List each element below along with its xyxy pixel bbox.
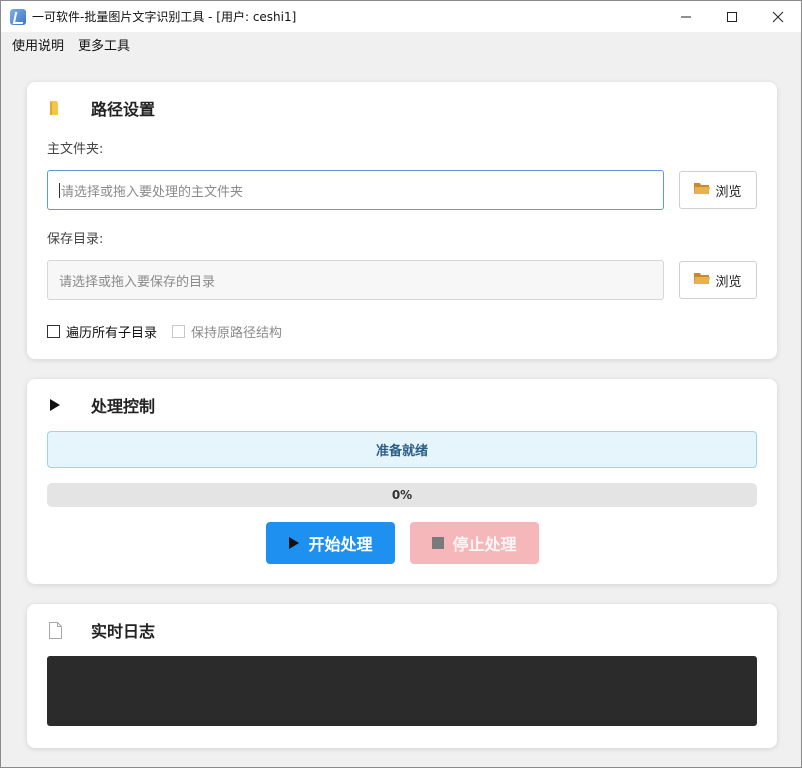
recurse-checkbox[interactable] — [47, 325, 60, 338]
stop-icon — [432, 537, 445, 549]
keep-structure-label: 保持原路径结构 — [191, 326, 283, 341]
progress-text: 0% — [391, 488, 413, 502]
options-row: 遍历所有子目录 保持原路径结构 — [47, 322, 297, 341]
main-folder-input[interactable]: 请选择或拖入要处理的主文件夹 — [47, 170, 664, 210]
start-button[interactable]: 开始处理 — [266, 522, 395, 564]
title-bar[interactable]: 一可软件-批量图片文字识别工具 - [用户: ceshi1] — [1, 1, 801, 32]
minimize-button[interactable] — [663, 1, 709, 32]
path-settings-title: 路径设置 — [91, 100, 156, 119]
window-controls — [663, 1, 801, 32]
process-control-header: 处理控制 — [47, 395, 156, 416]
document-icon — [47, 621, 63, 639]
stop-label: 停止处理 — [452, 535, 517, 554]
window-title: 一可软件-批量图片文字识别工具 - [用户: ceshi1] — [32, 10, 297, 24]
folder-icon — [47, 99, 63, 117]
close-icon — [772, 11, 784, 22]
keep-structure-checkbox — [172, 325, 186, 338]
browse-label: 浏览 — [715, 274, 742, 290]
save-dir-label: 保存目录: — [47, 232, 104, 247]
stop-button: 停止处理 — [410, 522, 539, 564]
save-dir-input[interactable]: 请选择或拖入要保存的目录 — [47, 260, 664, 300]
app-window: 一可软件-批量图片文字识别工具 - [用户: ceshi1] 使用说明 更多工具… — [0, 0, 802, 768]
status-badge: 准备就绪 — [47, 431, 757, 468]
save-dir-browse-button[interactable]: 浏览 — [679, 261, 757, 299]
maximize-button[interactable] — [709, 1, 755, 32]
log-header: 实时日志 — [47, 620, 156, 641]
path-settings-card: 路径设置 主文件夹: 请选择或拖入要处理的主文件夹 浏览 保存目录: 请选择或拖… — [27, 82, 777, 359]
close-button[interactable] — [755, 1, 801, 32]
menu-item-more-tools[interactable]: 更多工具 — [71, 32, 137, 62]
open-folder-icon — [694, 272, 711, 289]
process-control-card: 处理控制 准备就绪 0% 开始处理 停止处理 — [27, 379, 777, 584]
app-logo-icon — [10, 8, 26, 25]
save-dir-placeholder: 请选择或拖入要保存的目录 — [59, 274, 216, 290]
main-folder-label: 主文件夹: — [47, 142, 104, 157]
play-icon — [47, 396, 63, 414]
minimize-icon — [681, 16, 691, 17]
main-folder-placeholder: 请选择或拖入要处理的主文件夹 — [61, 184, 244, 200]
log-card: 实时日志 — [27, 604, 777, 748]
play-icon — [288, 536, 300, 550]
menu-bar: 使用说明 更多工具 — [1, 32, 801, 62]
browse-label: 浏览 — [715, 184, 742, 200]
maximize-icon — [727, 11, 737, 22]
main-folder-browse-button[interactable]: 浏览 — [679, 171, 757, 209]
process-control-title: 处理控制 — [91, 397, 156, 416]
log-title: 实时日志 — [91, 622, 156, 641]
open-folder-icon — [694, 182, 711, 199]
recurse-label[interactable]: 遍历所有子目录 — [66, 322, 157, 341]
menu-item-help[interactable]: 使用说明 — [5, 32, 71, 62]
path-settings-header: 路径设置 — [47, 98, 156, 119]
progress-bar: 0% — [47, 483, 757, 507]
log-output[interactable] — [47, 656, 757, 726]
text-caret — [59, 182, 60, 198]
start-label: 开始处理 — [308, 535, 373, 554]
